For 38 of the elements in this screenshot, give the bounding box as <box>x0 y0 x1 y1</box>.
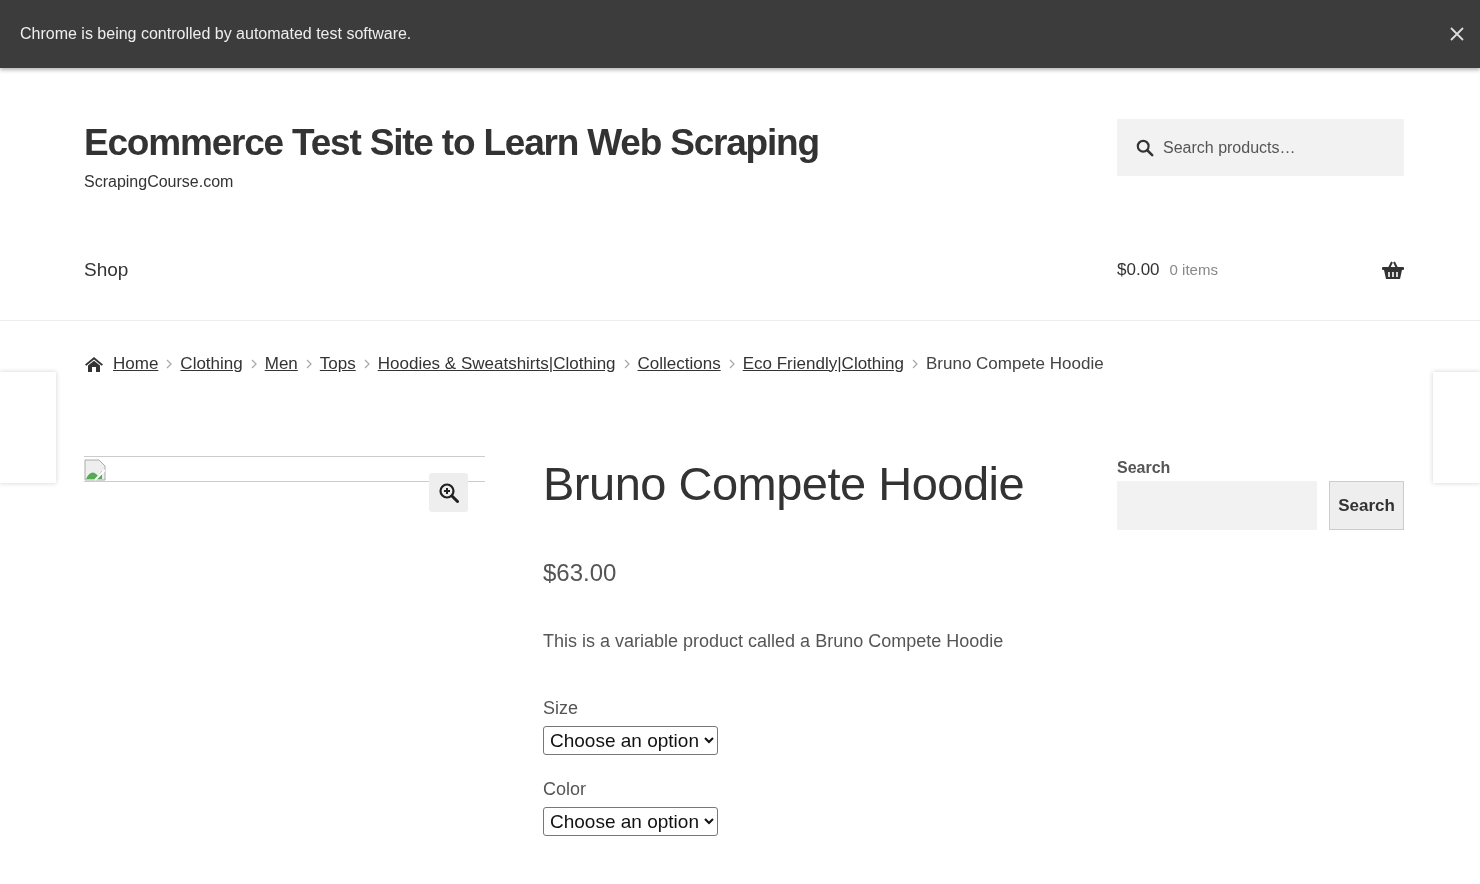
search-icon <box>1136 139 1154 157</box>
zoom-in-icon <box>438 482 459 503</box>
chevron-icon <box>305 358 312 369</box>
breadcrumb-link[interactable]: Clothing <box>180 353 243 374</box>
site-tagline: ScrapingCourse.com <box>84 173 235 191</box>
chevron-icon <box>166 358 173 369</box>
chevron-icon <box>363 358 370 369</box>
breadcrumb-link[interactable]: Collections <box>637 353 721 374</box>
breadcrumb-current: Bruno Compete Hoodie <box>926 353 1104 374</box>
zoom-button[interactable] <box>429 473 468 512</box>
chevron-icon <box>250 358 257 369</box>
product-search-field[interactable]: Search products… <box>1117 119 1404 176</box>
site-title[interactable]: Ecommerce Test Site to Learn Web Scraping <box>84 119 819 167</box>
option-dropdown[interactable]: Choose an option <box>543 807 718 836</box>
chevron-icon <box>728 358 735 369</box>
close-icon[interactable] <box>1450 27 1464 41</box>
chevron-icon <box>912 358 918 369</box>
broken-image-icon <box>84 459 106 481</box>
product-price: $63.00 <box>543 559 618 587</box>
search-button[interactable]: Search <box>1329 481 1404 530</box>
automation-message: Chrome is being controlled by automated test software. <box>20 25 412 43</box>
home-icon <box>84 355 104 372</box>
attribute-label: Size <box>543 698 578 719</box>
breadcrumb-link[interactable]: Tops <box>319 353 356 374</box>
breadcrumb-link[interactable]: Home <box>113 353 159 374</box>
cart-total[interactable]: $0.00 <box>1117 259 1160 280</box>
basket-icon[interactable] <box>1382 260 1404 279</box>
breadcrumb-link[interactable]: Hoodies & Sweatshirts|Clothing <box>377 353 616 374</box>
option-dropdown[interactable]: Choose an option <box>543 726 718 755</box>
chevron-icon <box>623 358 630 369</box>
nav-link[interactable]: Shop <box>84 258 129 280</box>
attribute-label: Color <box>543 779 586 800</box>
search-label: Search <box>1117 459 1172 477</box>
product-title: Bruno Compete Hoodie <box>543 456 1026 512</box>
breadcrumb-link[interactable]: Eco Friendly|Clothing <box>742 353 904 374</box>
product-description: This is a variable product called a Bruno Compete Hoodie <box>543 631 1005 652</box>
cart-item-count[interactable]: 0 items <box>1169 261 1372 278</box>
breadcrumb-link[interactable]: Men <box>264 353 298 374</box>
